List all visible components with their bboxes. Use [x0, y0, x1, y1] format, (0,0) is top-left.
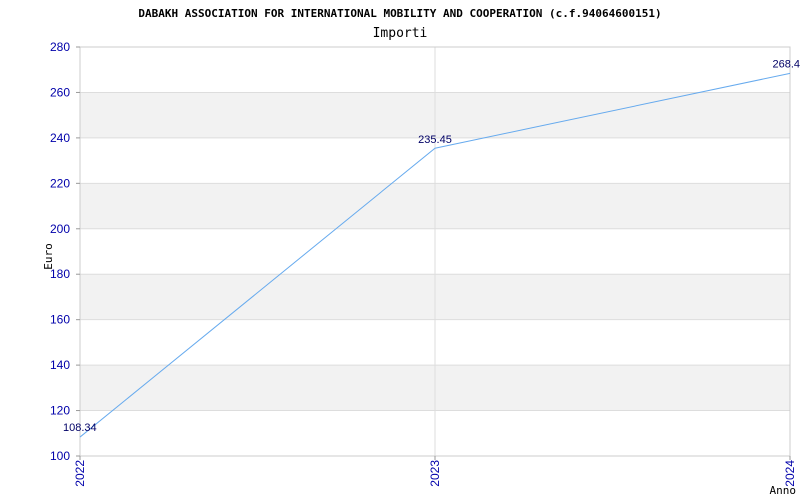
y-tick-label: 240: [50, 131, 70, 145]
y-tick-label: 160: [50, 313, 70, 327]
y-tick-label: 100: [50, 449, 70, 463]
y-tick-label: 200: [50, 222, 70, 236]
data-label: 268.4: [772, 58, 800, 70]
data-label: 235.45: [418, 134, 452, 146]
line-chart: DABAKH ASSOCIATION FOR INTERNATIONAL MOB…: [42, 7, 800, 497]
x-tick-label: 2023: [428, 460, 442, 487]
x-axis-ticks: 2022 2023 2024: [73, 456, 797, 487]
y-tick-label: 140: [50, 358, 70, 372]
x-axis-label: Anno: [770, 484, 797, 497]
y-axis-label: Euro: [42, 243, 55, 270]
data-label: 108.34: [63, 422, 97, 434]
y-tick-label: 260: [50, 85, 70, 99]
y-tick-label: 220: [50, 176, 70, 190]
x-tick-label: 2022: [73, 460, 87, 487]
chart-subtitle: Importi: [373, 26, 428, 41]
chart-title: DABAKH ASSOCIATION FOR INTERNATIONAL MOB…: [138, 7, 661, 20]
x-tick-label: 2024: [783, 460, 797, 487]
y-tick-label: 120: [50, 404, 70, 418]
y-tick-label: 280: [50, 40, 70, 54]
